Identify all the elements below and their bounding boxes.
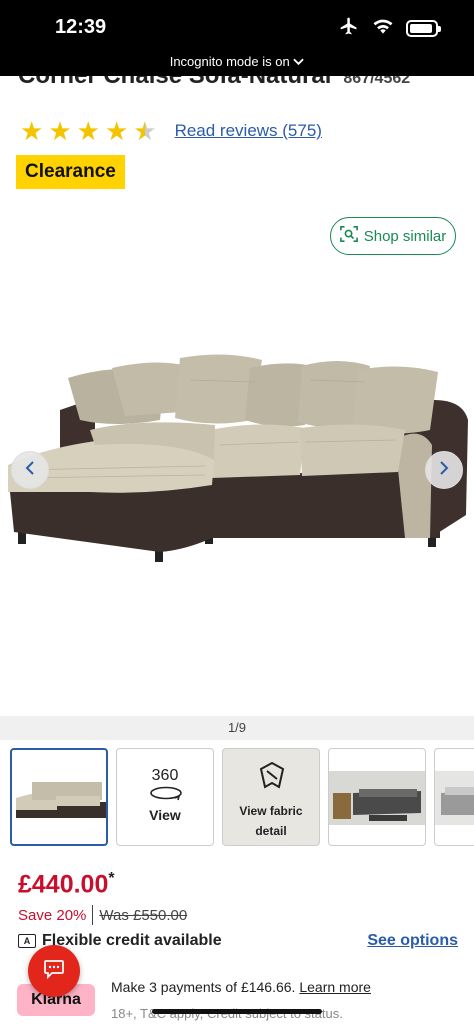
360-label: View <box>149 807 181 823</box>
previous-image-button[interactable] <box>11 451 49 489</box>
divider <box>92 905 94 925</box>
save-percentage: Save 20% <box>18 906 87 924</box>
wifi-icon <box>372 17 394 40</box>
was-price: Was £550.00 <box>99 906 188 924</box>
incognito-indicator[interactable]: Incognito mode is on <box>0 54 474 69</box>
thumbnail-4[interactable] <box>328 748 426 846</box>
product-title: Corner Chaise Sofa-Natural <box>18 76 331 90</box>
rating-row: ★ ★ ★ ★ ★ Read reviews (575) <box>20 118 322 144</box>
chat-button[interactable] <box>28 945 80 997</box>
klarna-message: Make 3 payments of £146.66. Learn more <box>111 979 371 995</box>
thumbnail-1[interactable] <box>10 748 108 846</box>
thumbnail-fabric-detail[interactable]: View fabric detail <box>222 748 320 846</box>
klarna-installments: Make 3 payments of £146.66. <box>111 979 296 995</box>
star-icon: ★ <box>20 116 44 146</box>
thumbnail-5[interactable] <box>434 748 474 846</box>
savings-row: Save 20% Was £550.00 <box>18 905 187 925</box>
price-value: £440.00 <box>18 870 109 899</box>
shop-similar-button[interactable]: Shop similar <box>330 217 456 255</box>
rotate-360-icon <box>149 785 183 806</box>
thumbnail-360-view[interactable]: 360 View <box>116 748 214 846</box>
see-options-link[interactable]: See options <box>367 932 458 950</box>
fabric-swatch-icon <box>257 761 287 796</box>
scan-search-icon <box>339 225 358 247</box>
chevron-left-icon <box>24 459 36 482</box>
thumbnail-strip: 360 View View fabric detail <box>10 748 474 846</box>
clearance-badge: Clearance <box>16 155 125 189</box>
title-row: Corner Chaise Sofa-Natural 867/4562 <box>0 76 474 106</box>
star-icon: ★ <box>104 116 129 146</box>
360-title: 360 <box>151 767 179 784</box>
chevron-down-icon <box>293 54 305 69</box>
product-code: 867/4562 <box>343 76 411 87</box>
status-bar: 12:39 Incognito mode is on <box>0 0 474 76</box>
status-time: 12:39 <box>55 16 107 38</box>
airplane-icon <box>338 16 360 41</box>
price: £440.00* <box>18 870 115 899</box>
chevron-right-icon <box>438 459 450 482</box>
image-counter: 1/9 <box>0 716 474 740</box>
chat-icon <box>43 959 65 984</box>
star-icon: ★ <box>76 116 100 146</box>
price-asterisk: * <box>108 870 115 887</box>
learn-more-link[interactable]: Learn more <box>299 979 371 995</box>
incognito-label: Incognito mode is on <box>169 54 290 69</box>
half-star-icon: ★ <box>133 116 157 146</box>
shop-similar-label: Shop similar <box>363 227 447 245</box>
status-icons <box>338 16 441 41</box>
battery-icon <box>406 20 441 37</box>
flexible-credit-label: Flexible credit available <box>42 932 222 949</box>
fabric-label: View fabric detail <box>239 804 303 838</box>
star-icon: ★ <box>48 116 72 146</box>
product-image[interactable] <box>0 270 474 710</box>
home-indicator <box>152 1009 322 1014</box>
next-image-button[interactable] <box>425 451 463 489</box>
credit-card-icon: A <box>18 934 36 948</box>
read-reviews-link[interactable]: Read reviews (575) <box>175 121 322 141</box>
star-rating: ★ ★ ★ ★ ★ <box>20 118 157 144</box>
credit-row: A Flexible credit available See options <box>18 932 458 950</box>
